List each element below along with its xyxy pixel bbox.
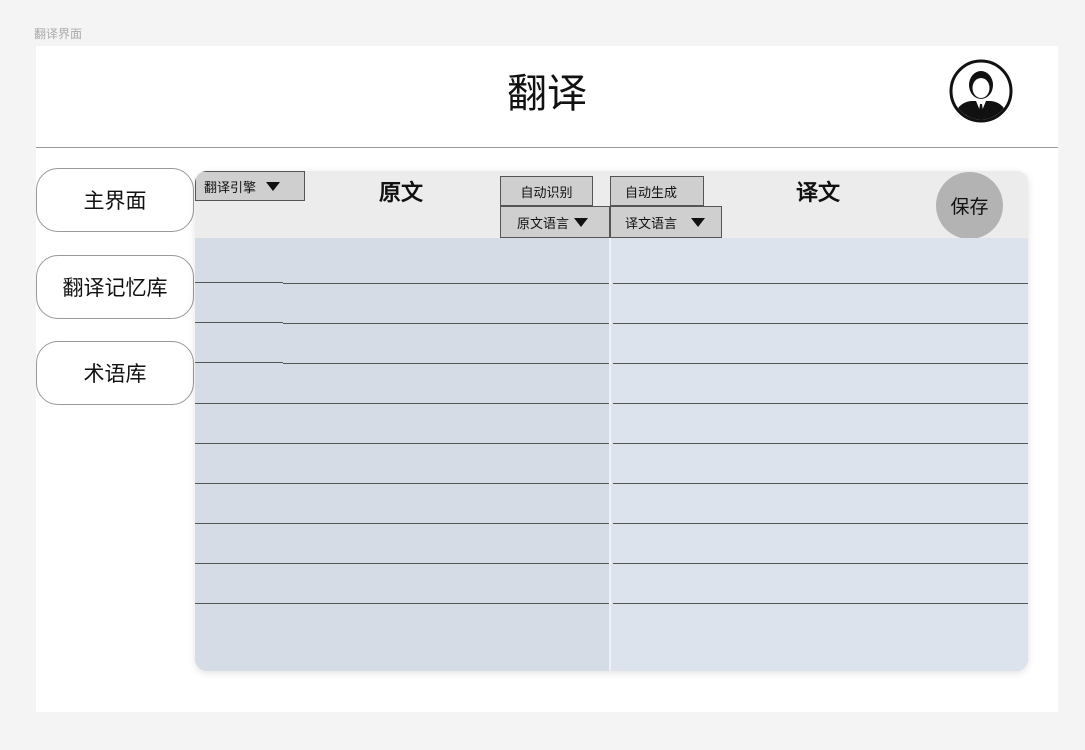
source-row-line-short: [195, 282, 283, 283]
dropdown-arrow-icon: [574, 217, 589, 227]
source-row-line: [283, 323, 609, 324]
source-column-title: 原文: [379, 181, 424, 206]
target-row-line: [613, 323, 1028, 324]
target-row-line: [613, 523, 1028, 524]
dropdown-arrow-icon: [691, 217, 706, 227]
source-row-line: [195, 603, 609, 604]
source-language-label: 原文语言: [517, 216, 570, 232]
target-language-label: 译文语言: [625, 216, 678, 232]
sidebar-item-home[interactable]: 主界面: [36, 168, 194, 232]
source-row-line: [195, 443, 609, 444]
auto-generate-label: 自动生成: [625, 185, 678, 201]
column-divider: [609, 238, 611, 671]
page-label: 翻译界面: [34, 27, 83, 41]
source-row-line-short: [195, 322, 283, 323]
auto-detect-label: 自动识别: [520, 185, 573, 201]
source-row-line: [283, 283, 609, 284]
source-row-line: [283, 363, 609, 364]
target-language-select[interactable]: 译文语言: [610, 206, 722, 238]
source-row-line-short: [195, 362, 283, 363]
sidebar-item-label: 术语库: [83, 362, 147, 386]
sidebar-item-termbase[interactable]: 术语库: [36, 341, 194, 405]
save-button-label: 保存: [950, 196, 989, 218]
source-row-line: [195, 483, 609, 484]
target-text-area[interactable]: [611, 238, 1028, 671]
target-row-line: [613, 603, 1028, 604]
user-avatar-icon[interactable]: [949, 59, 1013, 123]
engine-select[interactable]: 翻译引擎: [195, 171, 305, 201]
save-button[interactable]: 保存: [936, 172, 1003, 239]
target-row-line: [613, 563, 1028, 564]
engine-select-label: 翻译引擎: [204, 180, 257, 196]
target-column-title: 译文: [796, 181, 841, 206]
source-row-line: [195, 523, 609, 524]
target-row-line: [613, 283, 1028, 284]
auto-detect-button[interactable]: 自动识别: [500, 176, 593, 206]
translation-panel: 翻译引擎 原文 自动识别 原文语言 自动生成 译文语言 译文 保存: [195, 171, 1028, 671]
sidebar-item-translation-memory[interactable]: 翻译记忆库: [36, 255, 194, 319]
target-row-line: [613, 443, 1028, 444]
auto-generate-button[interactable]: 自动生成: [610, 176, 704, 206]
page-title: 翻译: [507, 71, 587, 117]
source-row-line: [195, 563, 609, 564]
dropdown-arrow-icon: [266, 181, 281, 191]
target-row-line: [613, 483, 1028, 484]
target-row-line: [613, 403, 1028, 404]
sidebar-item-label: 翻译记忆库: [62, 276, 168, 300]
sidebar-item-label: 主界面: [83, 189, 147, 213]
source-language-select[interactable]: 原文语言: [500, 206, 610, 238]
source-row-line: [195, 403, 609, 404]
target-row-line: [613, 363, 1028, 364]
app-frame: 翻译 主界面 翻译记忆库 术语库 翻译引擎 原文 自动识别 原文语言 自动生成 …: [36, 46, 1058, 712]
header-divider: [36, 147, 1058, 148]
